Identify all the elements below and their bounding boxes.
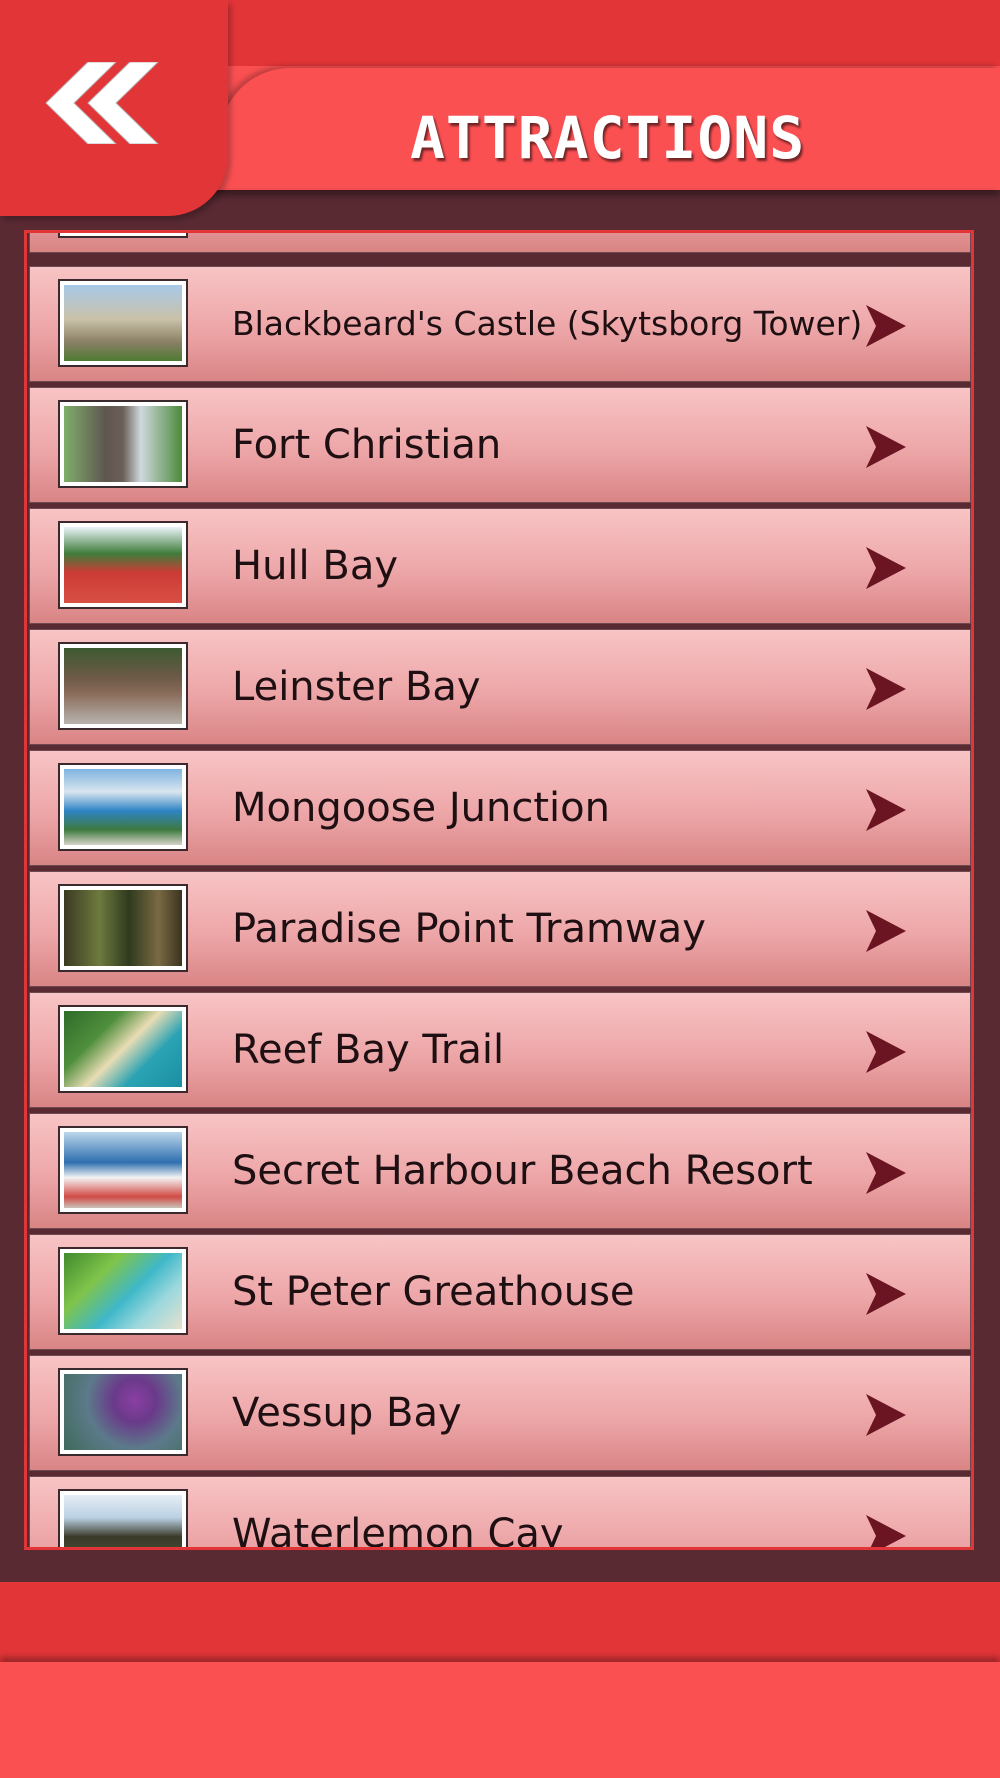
arrow-right-icon xyxy=(866,668,906,710)
arrow-right-icon xyxy=(866,1152,906,1194)
list-item-label: Secret Harbour Beach Resort xyxy=(232,1148,813,1194)
arrow-right-icon xyxy=(866,1031,906,1073)
thumbnail-image xyxy=(58,642,188,730)
thumbnail-image xyxy=(58,1126,188,1214)
list-item[interactable]: St Peter Greathouse xyxy=(29,1234,971,1350)
arrow-right-icon xyxy=(866,547,906,589)
list-item-label: Blackbeard's Castle (Skytsborg Tower) xyxy=(232,304,863,343)
list-item-label: Waterlemon Cay xyxy=(232,1511,564,1550)
list-item-label: Mongoose Junction xyxy=(232,785,610,831)
list-item[interactable]: Paradise Point Tramway xyxy=(29,871,971,987)
thumbnail-image xyxy=(58,279,188,367)
list-item-label: Leinster Bay xyxy=(232,664,481,710)
thumbnail-image xyxy=(58,400,188,488)
thumbnail-image xyxy=(58,1005,188,1093)
list-item[interactable]: Waterlemon Cay xyxy=(29,1476,971,1550)
list-item-label: Hull Bay xyxy=(232,543,398,589)
thumbnail-image xyxy=(58,1368,188,1456)
double-chevron-left-icon xyxy=(45,62,159,144)
arrow-right-icon xyxy=(866,305,906,347)
list-item[interactable]: Fort Christian xyxy=(29,387,971,503)
list-item[interactable] xyxy=(29,233,971,253)
arrow-right-icon xyxy=(866,1273,906,1315)
list-item[interactable]: Mongoose Junction xyxy=(29,750,971,866)
thumbnail-image xyxy=(58,1489,188,1547)
thumbnail-image xyxy=(58,233,188,238)
arrow-right-icon xyxy=(866,426,906,468)
arrow-right-icon xyxy=(866,910,906,952)
page-title: ATTRACTIONS xyxy=(410,104,806,172)
attractions-list[interactable]: Blackbeard's Castle (Skytsborg Tower) Fo… xyxy=(24,230,974,1550)
thumbnail-image xyxy=(58,763,188,851)
list-item-label: St Peter Greathouse xyxy=(232,1269,635,1315)
thumbnail-image xyxy=(58,1247,188,1335)
list-item-label: Vessup Bay xyxy=(232,1390,462,1436)
list-item[interactable]: Secret Harbour Beach Resort xyxy=(29,1113,971,1229)
footer-bar xyxy=(0,1662,1000,1778)
thumbnail-image xyxy=(58,521,188,609)
thumbnail-image xyxy=(58,884,188,972)
arrow-right-icon xyxy=(866,1515,906,1547)
list-item-label: Fort Christian xyxy=(232,422,502,468)
list-item-label: Paradise Point Tramway xyxy=(232,906,706,952)
list-item[interactable]: Blackbeard's Castle (Skytsborg Tower) xyxy=(29,266,971,382)
arrow-right-icon xyxy=(866,1394,906,1436)
footer-top-band xyxy=(0,1582,1000,1662)
list-item[interactable]: Hull Bay xyxy=(29,508,971,624)
arrow-right-icon xyxy=(866,789,906,831)
back-button[interactable] xyxy=(0,0,228,216)
list-item[interactable]: Reef Bay Trail xyxy=(29,992,971,1108)
list-item[interactable]: Vessup Bay xyxy=(29,1355,971,1471)
list-item-label: Reef Bay Trail xyxy=(232,1027,505,1073)
list-item[interactable]: Leinster Bay xyxy=(29,629,971,745)
